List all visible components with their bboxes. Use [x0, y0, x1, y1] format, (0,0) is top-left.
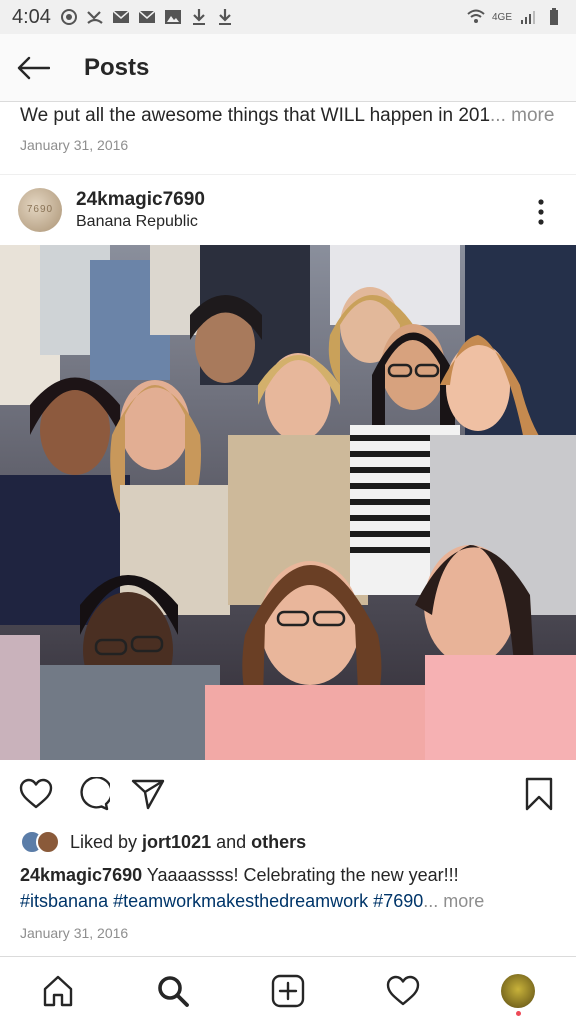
missed-call-icon [85, 8, 105, 26]
group-selfie-image [0, 245, 576, 760]
bottom-nav [0, 956, 576, 1024]
mail-icon [111, 8, 131, 26]
caption-text: Yaaaassss! Celebrating the new year!!! [142, 865, 459, 885]
likes-row[interactable]: Liked by jort1021 and others [20, 826, 306, 858]
caption-username[interactable]: 24kmagic7690 [20, 865, 142, 885]
comment-icon [80, 777, 110, 811]
page-title: Posts [84, 53, 150, 81]
post-caption: 24kmagic7690 Yaaaassss! Celebrating the … [20, 862, 560, 914]
arrow-left-icon [17, 56, 50, 79]
download-icon [215, 8, 235, 26]
nav-profile[interactable] [490, 963, 546, 1019]
network-type: 4GE [491, 11, 512, 23]
like-button[interactable] [18, 776, 54, 812]
caption-hashtags[interactable]: #itsbanana #teamworkmakesthedreamwork #7… [20, 891, 423, 911]
caption-more-link[interactable]: ... more [423, 891, 484, 911]
post-header: 7690 24kmagic7690 Banana Republic [0, 174, 576, 244]
avatar-logo-text: 7690 [26, 204, 54, 215]
post-menu-button[interactable] [526, 197, 556, 227]
download-icon [189, 8, 209, 26]
home-icon [43, 975, 72, 1006]
heart-icon [19, 778, 53, 809]
nav-search[interactable] [145, 963, 201, 1019]
likes-user[interactable]: jort1021 [142, 832, 211, 852]
nav-new-post[interactable] [260, 963, 316, 1019]
comment-button[interactable] [75, 776, 111, 812]
bookmark-icon [525, 777, 553, 811]
whatsapp-icon [59, 8, 79, 26]
liker-avatar [36, 830, 60, 854]
notification-dot [516, 1010, 522, 1016]
nav-activity[interactable] [375, 963, 431, 1019]
status-bar: 4:04 4GE [0, 0, 576, 34]
app-bar: Posts [0, 34, 576, 102]
back-button[interactable] [0, 34, 64, 102]
share-icon [131, 779, 165, 810]
add-post-icon [271, 974, 305, 1007]
avatar[interactable]: 7690 [18, 187, 62, 232]
bookmark-button[interactable] [521, 776, 557, 812]
battery-icon [544, 8, 564, 26]
wifi-icon [466, 8, 486, 26]
post-location[interactable]: Banana Republic [76, 213, 205, 231]
likes-others[interactable]: others [251, 832, 306, 852]
previous-post-date: January 31, 2016 [20, 137, 129, 153]
activity-heart-icon [386, 975, 420, 1005]
share-button[interactable] [130, 776, 166, 812]
post-user-info: 24kmagic7690 Banana Republic [76, 189, 205, 231]
search-icon [157, 975, 189, 1007]
post-actions [0, 770, 576, 820]
image-icon [163, 8, 183, 26]
more-vertical-icon [538, 199, 544, 225]
signal-icon [518, 8, 538, 26]
profile-avatar [501, 973, 536, 1008]
status-time: 4:04 [12, 5, 51, 28]
post-date: January 31, 2016 [20, 925, 129, 941]
likes-text: Liked by jort1021 and others [70, 832, 306, 853]
previous-post-caption: We put all the awesome things that WILL … [20, 102, 560, 130]
notification-icons [59, 8, 235, 26]
mail-icon [137, 8, 157, 26]
system-icons: 4GE [466, 8, 564, 26]
previous-caption-text: We put all the awesome things that WILL … [20, 105, 491, 126]
likes-middle: and [211, 831, 252, 852]
post-photo[interactable] [0, 245, 576, 760]
previous-more-link[interactable]: ... more [490, 105, 554, 126]
nav-home[interactable] [30, 963, 86, 1019]
post-username[interactable]: 24kmagic7690 [76, 189, 205, 211]
likes-prefix: Liked by [70, 831, 143, 852]
